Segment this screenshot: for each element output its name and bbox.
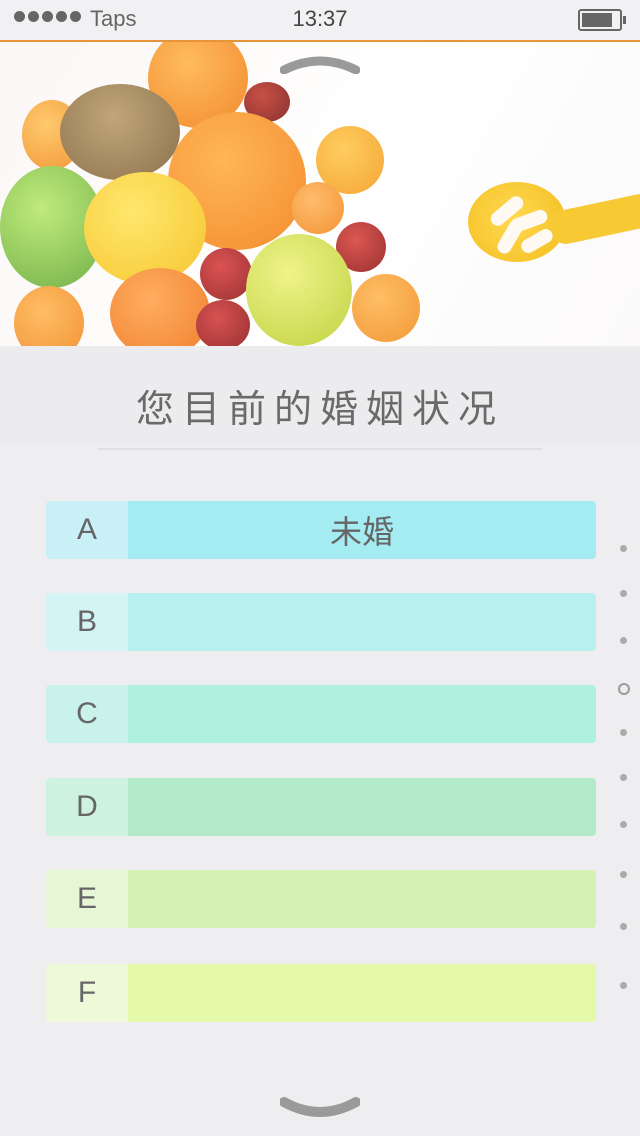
page-dot[interactable] xyxy=(620,637,627,644)
option-a[interactable]: A 未婚 xyxy=(46,501,596,559)
option-letter: A xyxy=(46,501,128,559)
status-time: 13:37 xyxy=(292,6,348,31)
option-letter: F xyxy=(46,964,128,1022)
page-dot[interactable] xyxy=(620,923,627,930)
option-text: 未婚 xyxy=(128,501,596,559)
option-letter: D xyxy=(46,778,128,836)
page-dot[interactable] xyxy=(620,774,627,781)
option-letter: E xyxy=(46,870,128,928)
chevron-up-icon[interactable] xyxy=(280,52,360,74)
option-text xyxy=(128,593,596,651)
hero-fruit-image xyxy=(0,42,640,346)
option-d[interactable]: D xyxy=(46,778,596,836)
option-f[interactable]: F xyxy=(46,964,596,1022)
option-letter: B xyxy=(46,593,128,651)
page-dot[interactable] xyxy=(620,982,627,989)
option-text xyxy=(128,964,596,1022)
question-title: 您目前的婚姻状况 xyxy=(135,387,504,431)
option-text xyxy=(128,778,596,836)
option-letter: C xyxy=(46,685,128,743)
page-dot-current[interactable] xyxy=(618,683,630,695)
status-bar: Taps 13:37 xyxy=(0,0,640,42)
chevron-down-icon[interactable] xyxy=(280,1094,360,1124)
page-dot[interactable] xyxy=(620,729,627,736)
option-b[interactable]: B xyxy=(46,593,596,651)
option-text xyxy=(128,870,596,928)
page-dot[interactable] xyxy=(620,590,627,597)
option-e[interactable]: E xyxy=(46,870,596,928)
battery-icon xyxy=(578,9,626,31)
divider xyxy=(98,448,542,450)
page-dot[interactable] xyxy=(620,821,627,828)
option-text xyxy=(128,685,596,743)
page-dot[interactable] xyxy=(620,871,627,878)
page-dot[interactable] xyxy=(620,545,627,552)
option-c[interactable]: C xyxy=(46,685,596,743)
